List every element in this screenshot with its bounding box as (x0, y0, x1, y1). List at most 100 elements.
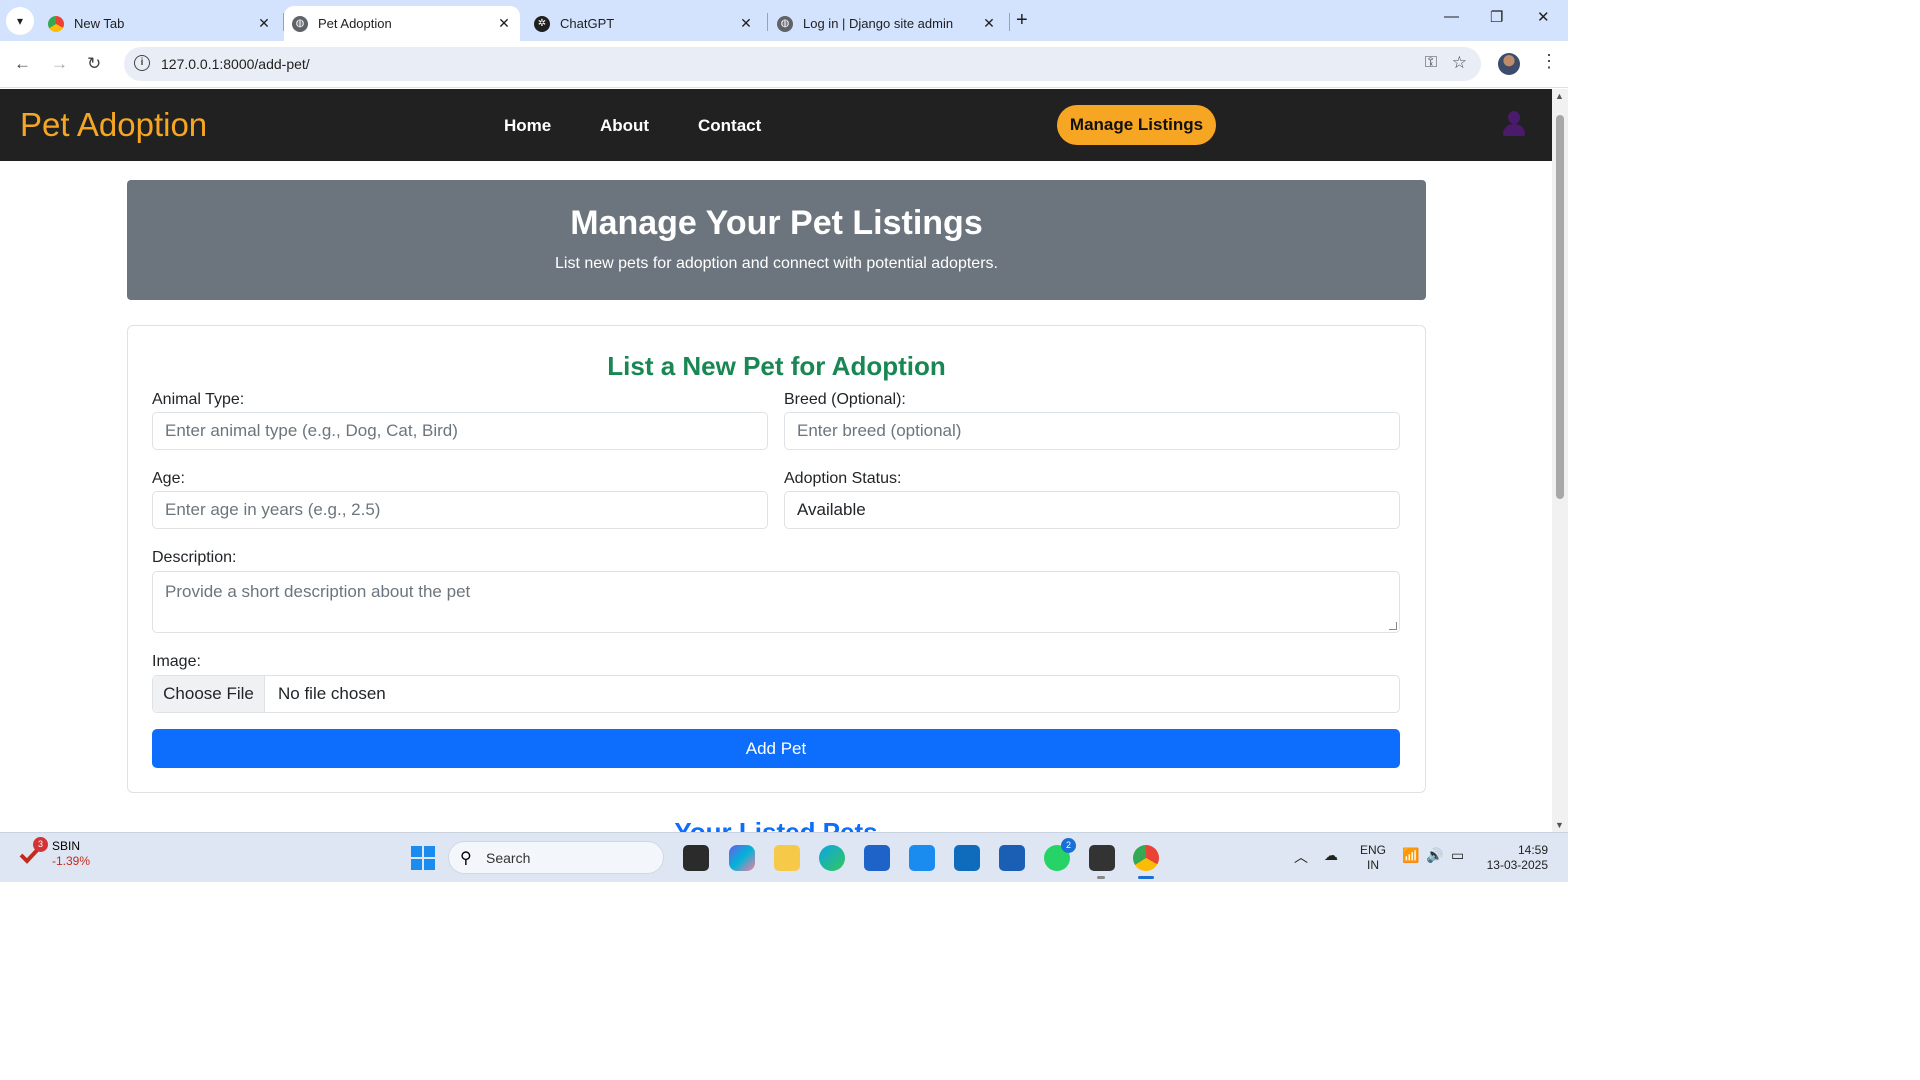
description-label: Description: (152, 549, 237, 566)
tab-title: ChatGPT (560, 16, 615, 31)
region-code: IN (1367, 858, 1379, 872)
page-scrollbar[interactable]: ▲ ▼ (1552, 89, 1568, 832)
stock-widget[interactable]: 3 SBIN -1.39% (18, 837, 91, 869)
minimize-icon[interactable]: — (1444, 8, 1459, 25)
add-pet-form-card: List a New Pet for Adoption Animal Type:… (127, 325, 1426, 793)
nav-contact-link[interactable]: Contact (698, 116, 761, 136)
stock-symbol: SBIN (52, 839, 81, 853)
tab-django-admin[interactable]: ◍ Log in | Django site admin ✕ (769, 6, 1005, 41)
tab-new-tab[interactable]: New Tab ✕ (40, 6, 280, 41)
user-icon[interactable] (1503, 111, 1525, 137)
tab-divider (767, 13, 768, 31)
clock-time: 14:59 (1517, 843, 1548, 857)
window-close-icon[interactable]: ✕ (1537, 8, 1550, 26)
tab-chatgpt[interactable]: ✲ ChatGPT ✕ (526, 6, 762, 41)
file-explorer-icon[interactable] (774, 845, 800, 871)
close-icon[interactable]: ✕ (494, 15, 514, 32)
add-pet-button[interactable]: Add Pet (152, 729, 1400, 768)
tray-overflow-chevron-icon[interactable]: ︿ (1294, 847, 1308, 867)
age-label: Age: (152, 470, 185, 487)
age-input[interactable]: Enter age in years (e.g., 2.5) (152, 491, 768, 529)
windows-start-icon[interactable] (411, 846, 435, 870)
chatgpt-icon: ✲ (534, 15, 550, 32)
close-icon[interactable]: ✕ (254, 15, 274, 32)
image-label: Image: (152, 653, 201, 670)
taskbar-search-box[interactable]: ⚲ Search (448, 841, 664, 874)
url-text[interactable]: 127.0.0.1:8000/add-pet/ (161, 56, 310, 72)
choose-file-button[interactable]: Choose File (153, 676, 265, 712)
chrome-icon (48, 15, 64, 32)
windows-taskbar: 3 SBIN -1.39% ⚲ Search 2 ︿ ☁ ENG IN 📶 🔊 … (0, 832, 1568, 882)
downloads-icon[interactable] (999, 845, 1025, 871)
whatsapp-icon[interactable]: 2 (1044, 838, 1076, 871)
address-bar[interactable]: i 127.0.0.1:8000/add-pet/ ⚿ ☆ (124, 47, 1481, 81)
reload-icon[interactable]: ↻ (87, 54, 101, 74)
wifi-icon[interactable]: 📶 (1402, 847, 1419, 864)
page-title: Manage Your Pet Listings (570, 204, 983, 242)
task-view-icon[interactable] (683, 845, 709, 871)
close-icon[interactable]: ✕ (736, 15, 756, 32)
adoption-status-select[interactable]: Available (784, 491, 1400, 529)
menu-kebab-icon[interactable]: ⋮ (1540, 51, 1558, 72)
breed-input[interactable]: Enter breed (optional) (784, 412, 1400, 450)
form-title: List a New Pet for Adoption (607, 351, 946, 381)
nav-home-link[interactable]: Home (504, 116, 551, 136)
copilot-icon[interactable] (729, 845, 755, 871)
onedrive-cloud-icon[interactable]: ☁ (1324, 847, 1338, 864)
browser-toolbar: ← → ↻ i 127.0.0.1:8000/add-pet/ ⚿ ☆ ⋮ (0, 41, 1568, 88)
tab-pet-adoption[interactable]: ◍ Pet Adoption ✕ (284, 6, 520, 41)
scroll-up-arrow-icon[interactable]: ▲ (1555, 91, 1564, 101)
battery-icon[interactable]: ▭ (1451, 847, 1464, 864)
language-indicator[interactable]: ENG IN (1360, 843, 1386, 873)
profile-avatar[interactable] (1498, 53, 1520, 75)
tab-search-chevron-icon[interactable]: ▾ (6, 7, 34, 35)
new-tab-plus-icon[interactable]: + (1016, 9, 1028, 32)
browser-tab-bar: ▾ New Tab ✕ ◍ Pet Adoption ✕ ✲ ChatGPT ✕… (0, 0, 1568, 41)
image-file-input[interactable]: Choose File No file chosen (152, 675, 1400, 713)
close-icon[interactable]: ✕ (979, 15, 999, 32)
tab-title: Pet Adoption (318, 16, 392, 31)
page-viewport: Pet Adoption Home About Contact Manage L… (0, 89, 1552, 832)
edge-icon[interactable] (819, 845, 845, 871)
site-info-icon[interactable]: i (134, 55, 150, 71)
nav-about-link[interactable]: About (600, 116, 649, 136)
volume-icon[interactable]: 🔊 (1426, 847, 1443, 864)
user-icon-head (1508, 111, 1520, 124)
hero-banner: Manage Your Pet Listings List new pets f… (127, 180, 1426, 300)
resize-handle-icon[interactable] (1389, 622, 1397, 630)
description-placeholder: Provide a short description about the pe… (165, 582, 471, 601)
search-icon: ⚲ (460, 850, 472, 867)
password-key-icon[interactable]: ⚿ (1425, 54, 1437, 72)
whatsapp-badge: 2 (1061, 838, 1076, 853)
breed-label: Breed (Optional): (784, 391, 906, 408)
scrollbar-thumb[interactable] (1556, 115, 1564, 499)
adoption-status-label: Adoption Status: (784, 470, 902, 487)
terminal-icon[interactable] (1089, 845, 1115, 871)
back-arrow-icon[interactable]: ← (14, 54, 31, 74)
brand-logo[interactable]: Pet Adoption (20, 106, 207, 144)
site-navbar: Pet Adoption Home About Contact Manage L… (0, 89, 1552, 161)
stock-chart-icon: 3 (18, 837, 48, 867)
restore-icon[interactable]: ❐ (1490, 8, 1503, 26)
listed-pets-heading: Your Listed Pets (674, 817, 878, 832)
chrome-taskbar-icon[interactable] (1133, 845, 1159, 871)
user-icon-body (1503, 124, 1525, 136)
animal-type-label: Animal Type: (152, 391, 245, 408)
tab-divider (1009, 13, 1010, 31)
outlook-icon[interactable] (954, 845, 980, 871)
scroll-down-arrow-icon[interactable]: ▼ (1555, 820, 1564, 830)
stock-change: -1.39% (52, 854, 91, 868)
search-label: Search (486, 850, 531, 866)
globe-icon: ◍ (777, 15, 793, 32)
description-textarea[interactable]: Provide a short description about the pe… (152, 571, 1400, 633)
microsoft-store-icon[interactable] (864, 845, 890, 871)
tab-title: Log in | Django site admin (803, 16, 954, 31)
bookmark-star-icon[interactable]: ☆ (1452, 53, 1467, 73)
system-clock[interactable]: 14:59 13-03-2025 (1484, 843, 1548, 873)
chrome-active-indicator (1138, 876, 1154, 879)
manage-listings-button[interactable]: Manage Listings (1057, 105, 1216, 145)
myhp-icon[interactable] (909, 845, 935, 871)
forward-arrow-icon[interactable]: → (51, 54, 68, 74)
animal-type-input[interactable]: Enter animal type (e.g., Dog, Cat, Bird) (152, 412, 768, 450)
file-status-text: No file chosen (278, 684, 386, 703)
